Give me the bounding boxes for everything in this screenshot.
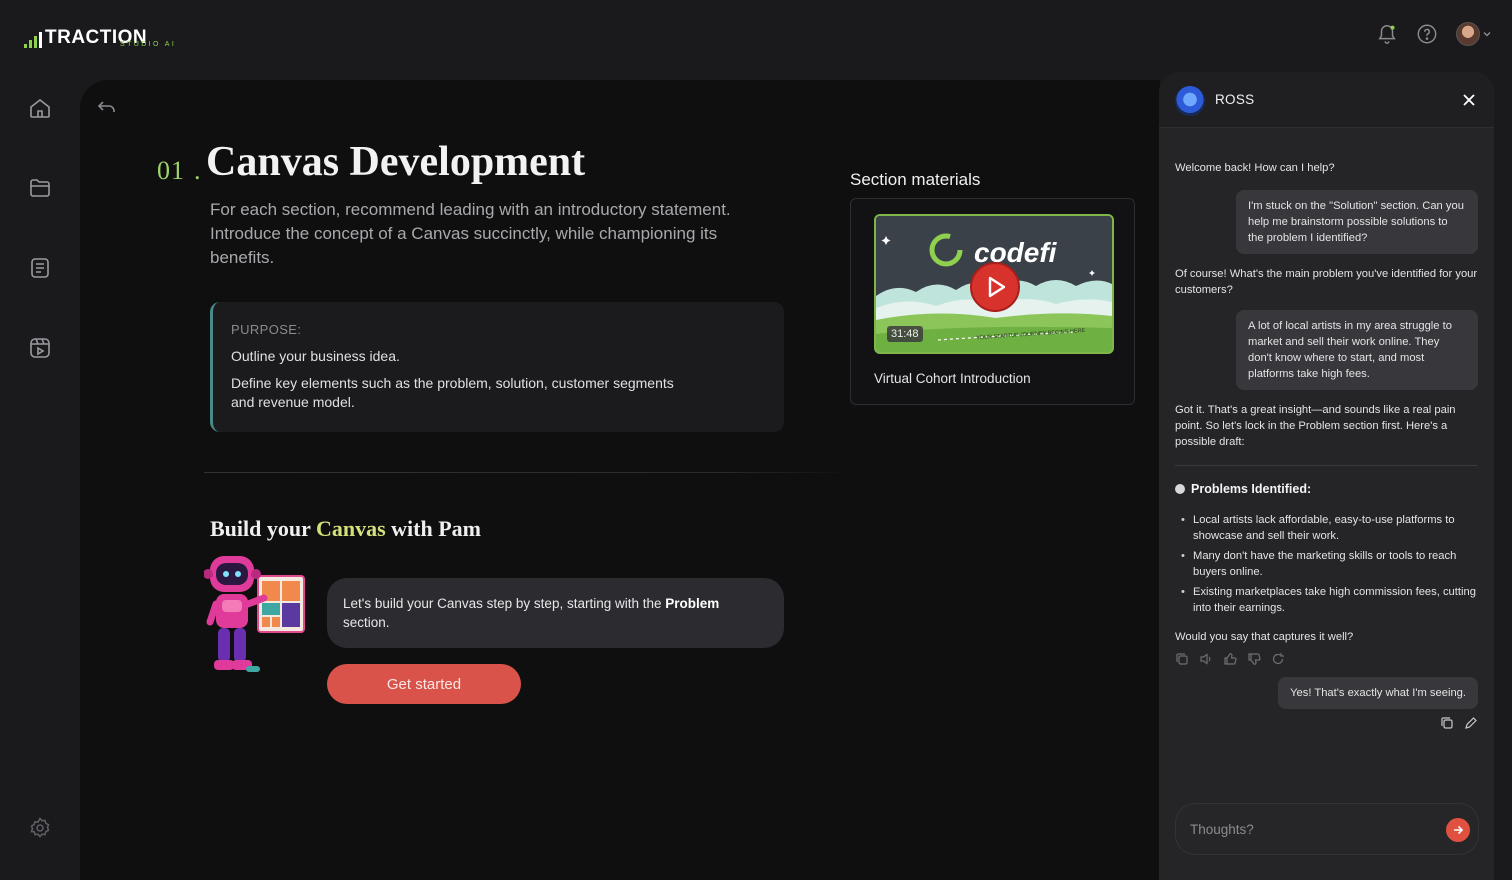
video-duration: 31:48	[887, 326, 923, 342]
purpose-label: PURPOSE:	[231, 322, 302, 337]
thumbs-down-icon[interactable]	[1247, 652, 1261, 666]
ross-avatar	[1175, 86, 1205, 116]
avatar[interactable]	[1456, 22, 1480, 46]
folder-icon[interactable]	[26, 174, 54, 202]
video-icon[interactable]	[26, 334, 54, 362]
chat-message-ai: Got it. That's a great insight—and sound…	[1175, 404, 1456, 448]
divider	[204, 472, 852, 473]
back-arrow-icon[interactable]	[96, 98, 118, 118]
send-button[interactable]	[1446, 818, 1470, 842]
pam-message-bubble: Let's build your Canvas step by step, st…	[327, 578, 784, 648]
chevron-down-icon	[1483, 32, 1491, 37]
chat-input-box	[1175, 803, 1479, 855]
thumbs-up-icon[interactable]	[1223, 652, 1237, 666]
chat-header: ROSS	[1159, 72, 1494, 128]
purpose-line: Outline your business idea.	[231, 348, 400, 364]
chat-message-user: Yes! That's exactly what I'm seeing.	[1278, 677, 1478, 709]
top-bar: TRACTION STUDIO AI	[0, 0, 1512, 72]
section-materials-title: Section materials	[850, 170, 981, 189]
account-menu[interactable]	[1456, 22, 1492, 46]
pam-robot-illustration	[203, 550, 308, 680]
chat-input[interactable]	[1190, 818, 1430, 840]
left-nav	[0, 72, 80, 880]
bell-icon[interactable]	[1376, 23, 1398, 45]
divider	[1175, 465, 1477, 466]
logo-subtext: STUDIO AI	[120, 41, 177, 48]
get-started-button[interactable]: Get started	[327, 664, 521, 704]
pin-icon	[1175, 484, 1185, 494]
chat-message-user: I'm stuck on the "Solution" section. Can…	[1236, 190, 1478, 254]
material-card[interactable]: codefi YOUR STARTUP JOURNEY BEGINS HERE …	[850, 198, 1135, 405]
list-item: Existing marketplaces take high commissi…	[1175, 584, 1479, 616]
section-number-dot: .	[194, 156, 201, 185]
home-icon[interactable]	[26, 94, 54, 122]
arrow-right-icon	[1454, 825, 1464, 835]
copy-icon[interactable]	[1440, 716, 1454, 730]
regenerate-icon[interactable]	[1271, 652, 1285, 666]
video-caption[interactable]: Virtual Cohort Introduction	[874, 371, 1031, 386]
build-title: Build your Canvas with Pam	[210, 516, 481, 541]
chat-message-ai: Welcome back! How can I help?	[1175, 162, 1335, 174]
section-number: 01	[157, 156, 185, 185]
main-panel: 01 . Canvas Development For each section…	[80, 80, 1160, 880]
list-item: Many don't have the marketing skills or …	[1175, 548, 1479, 580]
logo-bars-icon	[24, 32, 42, 48]
edit-icon[interactable]	[1464, 716, 1478, 730]
chat-panel: ROSS Welcome back! How can I help? I'm s…	[1159, 72, 1494, 880]
page-title: Canvas Development	[206, 139, 586, 185]
problems-list: Local artists lack affordable, easy-to-u…	[1175, 512, 1479, 620]
copy-icon[interactable]	[1175, 652, 1189, 666]
section-description: For each section, recommend leading with…	[210, 200, 731, 267]
chat-message-ai: Would you say that captures it well?	[1175, 631, 1354, 643]
help-icon[interactable]	[1416, 23, 1438, 45]
close-icon[interactable]	[1460, 91, 1478, 109]
purpose-line: Define key elements such as the problem,…	[231, 375, 674, 410]
chat-message-user: A lot of local artists in my area strugg…	[1236, 310, 1478, 390]
speaker-icon[interactable]	[1199, 652, 1213, 666]
play-icon[interactable]	[970, 262, 1020, 312]
settings-icon[interactable]	[26, 814, 54, 842]
message-actions	[1175, 652, 1285, 666]
list-item: Local artists lack affordable, easy-to-u…	[1175, 512, 1479, 544]
problems-title: Problems Identified:	[1175, 482, 1311, 496]
video-thumbnail[interactable]: codefi YOUR STARTUP JOURNEY BEGINS HERE …	[874, 214, 1114, 354]
chat-assistant-name: ROSS	[1215, 92, 1255, 107]
notes-icon[interactable]	[26, 254, 54, 282]
chat-message-ai: Of course! What's the main problem you'v…	[1175, 268, 1478, 296]
user-message-actions	[1440, 716, 1478, 730]
purpose-card: PURPOSE: Outline your business idea. Def…	[210, 302, 784, 432]
traction-logo[interactable]: TRACTION STUDIO AI	[24, 22, 174, 48]
